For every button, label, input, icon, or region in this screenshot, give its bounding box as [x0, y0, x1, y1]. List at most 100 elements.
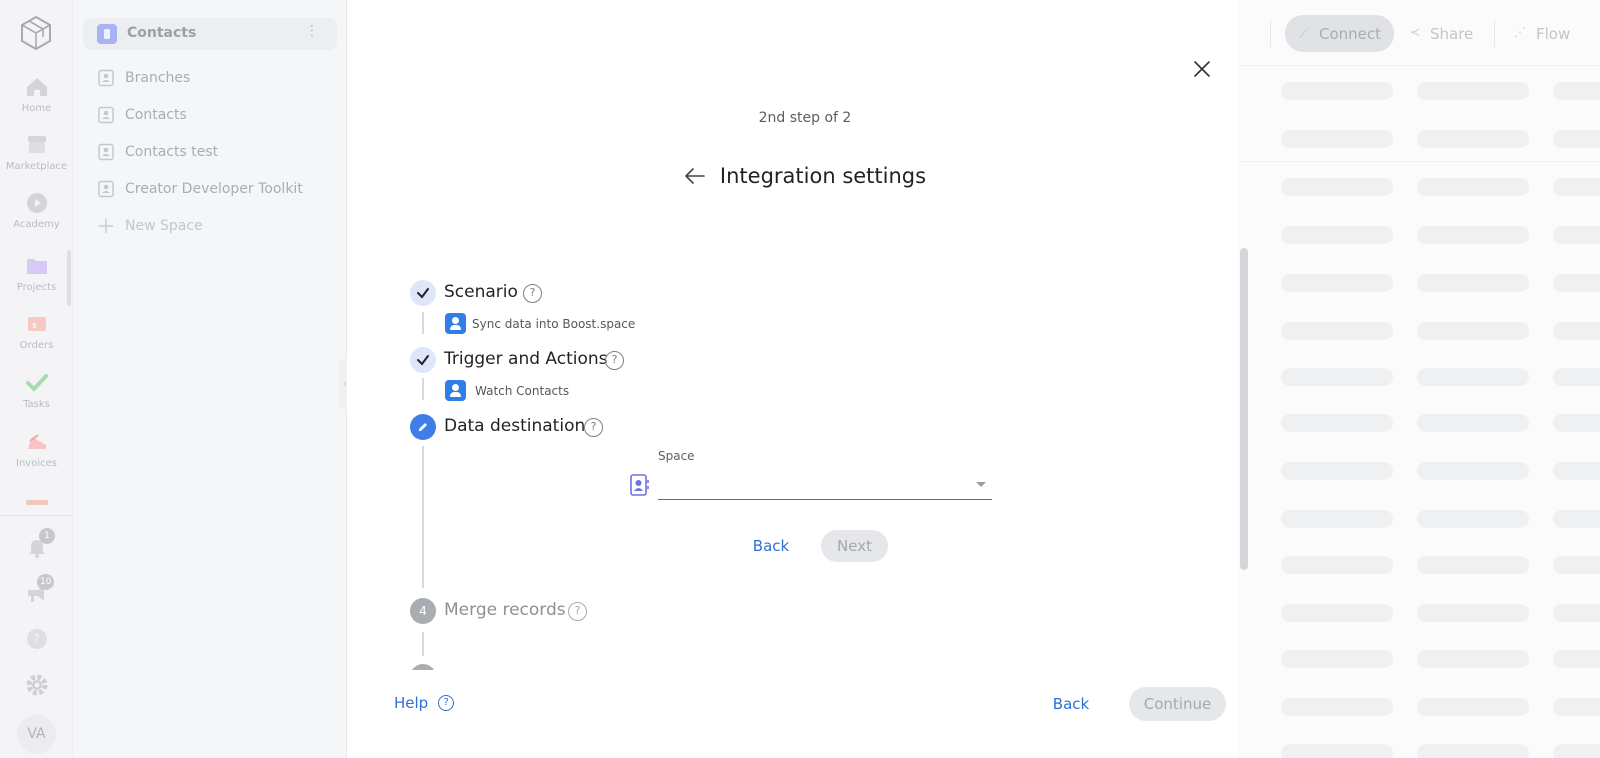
step-back-button[interactable]: Back	[742, 530, 800, 562]
nav-tasks[interactable]: Tasks	[0, 370, 73, 410]
help-label: Help	[394, 694, 429, 712]
step-2-title[interactable]: Trigger and Actions	[444, 349, 608, 369]
nav-home[interactable]: Home	[0, 74, 73, 114]
nav-orders[interactable]: $ Orders	[0, 311, 73, 351]
rail-divider	[0, 515, 73, 516]
skeleton-row	[1238, 556, 1600, 574]
flow-icon: ⋰	[1514, 25, 1526, 39]
step-3-status-active	[410, 414, 436, 440]
nav-tasks-label: Tasks	[23, 399, 50, 410]
connect-button[interactable]: ⟋ Connect	[1285, 15, 1394, 52]
step-4-number: 4	[419, 604, 427, 618]
help-link[interactable]: Help ?	[394, 694, 455, 712]
contacts-app-icon	[445, 380, 466, 401]
svg-text:$: $	[32, 321, 37, 330]
announcements-badge: 10	[37, 574, 55, 590]
step-4-status-pending: 4	[410, 598, 436, 624]
new-space-button[interactable]: New Space	[97, 214, 203, 238]
skeleton-row	[1238, 604, 1600, 622]
play-icon	[26, 193, 47, 213]
skeleton-row	[1238, 698, 1600, 716]
step-2-status-done	[410, 347, 436, 373]
notifications-badge: 1	[39, 528, 55, 544]
skeleton-row	[1238, 462, 1600, 480]
space-item-label: Contacts test	[125, 144, 219, 160]
step-3-help-icon[interactable]: ?	[584, 418, 603, 437]
share-label: Share	[1430, 24, 1474, 43]
step-next-button[interactable]: Next	[821, 530, 888, 562]
plug-icon: ⟋	[1299, 27, 1308, 41]
nav-rail: Home Marketplace Academy Projects $ Orde…	[0, 0, 73, 758]
share-button[interactable]: ≺ Share	[1410, 15, 1473, 52]
caret-down-icon	[976, 482, 986, 487]
step-1-help-icon[interactable]: ?	[523, 284, 542, 303]
step-connector	[422, 446, 424, 588]
modal-scrollbar[interactable]	[1240, 248, 1248, 570]
step-1-status-done	[410, 280, 436, 306]
space-select[interactable]	[658, 470, 992, 500]
toolbar-divider	[1270, 20, 1271, 47]
step-3-title[interactable]: Data destination	[444, 416, 585, 436]
nav-marketplace[interactable]: Marketplace	[0, 132, 73, 172]
question-icon: ?	[27, 629, 47, 649]
app-logo-icon[interactable]	[19, 15, 53, 51]
rail-scrollbar[interactable]	[67, 250, 71, 306]
plus-icon	[99, 219, 113, 233]
space-select-field: Space	[658, 449, 992, 500]
contacts-module-icon	[97, 24, 117, 44]
nav-invoices[interactable]: Invoices	[0, 429, 73, 469]
settings-button[interactable]	[24, 672, 50, 698]
svg-text:?: ?	[33, 633, 40, 648]
step-connector	[422, 312, 424, 334]
space-item-contacts[interactable]: Contacts	[97, 103, 187, 127]
nav-academy-label: Academy	[13, 219, 60, 230]
more-vertical-icon[interactable]: ⋮	[305, 23, 319, 39]
step-1-detail-label: Sync data into Boost.space	[472, 316, 636, 331]
close-icon[interactable]	[1190, 57, 1214, 81]
contact-card-icon	[98, 69, 114, 87]
nav-projects[interactable]: Projects	[0, 253, 73, 293]
step-2-help-icon[interactable]: ?	[605, 351, 624, 370]
nav-academy[interactable]: Academy	[0, 190, 73, 230]
step-4-help-icon[interactable]: ?	[568, 602, 587, 621]
user-avatar[interactable]: VA	[17, 715, 56, 754]
announcements-button[interactable]: 10	[24, 574, 55, 606]
invoice-icon	[27, 434, 46, 449]
spaces-sidebar: Contacts ⋮ Branches Contacts Contacts te…	[73, 0, 347, 758]
step-1-title[interactable]: Scenario	[444, 282, 518, 302]
help-circle-icon: ?	[438, 695, 455, 711]
contacts-app-icon	[445, 313, 466, 334]
spaces-header-title: Contacts	[127, 25, 197, 41]
modal-title: Integration settings	[719, 164, 927, 188]
step-1-detail: Sync data into Boost.space	[445, 313, 635, 334]
step-connector	[422, 632, 424, 656]
modal-header: Integration settings	[347, 164, 1263, 188]
connect-label: Connect	[1319, 24, 1382, 43]
nav-orders-label: Orders	[19, 340, 54, 351]
flow-label: Flow	[1536, 24, 1571, 43]
space-item-contacts-test[interactable]: Contacts test	[97, 140, 218, 164]
space-item-creator-toolkit[interactable]: Creator Developer Toolkit	[97, 177, 303, 201]
continue-button[interactable]: Continue	[1129, 687, 1226, 721]
step-indicator: 2nd step of 2	[758, 110, 852, 126]
header-divider	[1238, 161, 1600, 162]
checkmark-icon	[417, 355, 429, 366]
space-item-branches[interactable]: Branches	[97, 66, 190, 90]
check-icon	[25, 374, 48, 392]
step-4-title[interactable]: Merge records	[444, 600, 566, 620]
skeleton-row	[1238, 226, 1600, 244]
flow-button[interactable]: ⋰ Flow	[1514, 15, 1570, 52]
help-center-button[interactable]: ?	[24, 626, 50, 652]
back-arrow-icon[interactable]	[684, 165, 706, 187]
spaces-header[interactable]: Contacts ⋮	[83, 18, 337, 50]
step-2-detail: Watch Contacts	[445, 380, 569, 401]
pencil-icon	[419, 423, 427, 431]
space-item-label: Contacts	[125, 107, 187, 123]
store-icon	[27, 136, 46, 153]
nav-marketplace-label: Marketplace	[5, 161, 68, 172]
nav-projects-label: Projects	[16, 282, 57, 293]
back-button[interactable]: Back	[1046, 688, 1096, 720]
more-apps-icon[interactable]	[24, 498, 50, 510]
notifications-button[interactable]: 1	[24, 528, 55, 560]
folder-icon	[26, 259, 47, 274]
